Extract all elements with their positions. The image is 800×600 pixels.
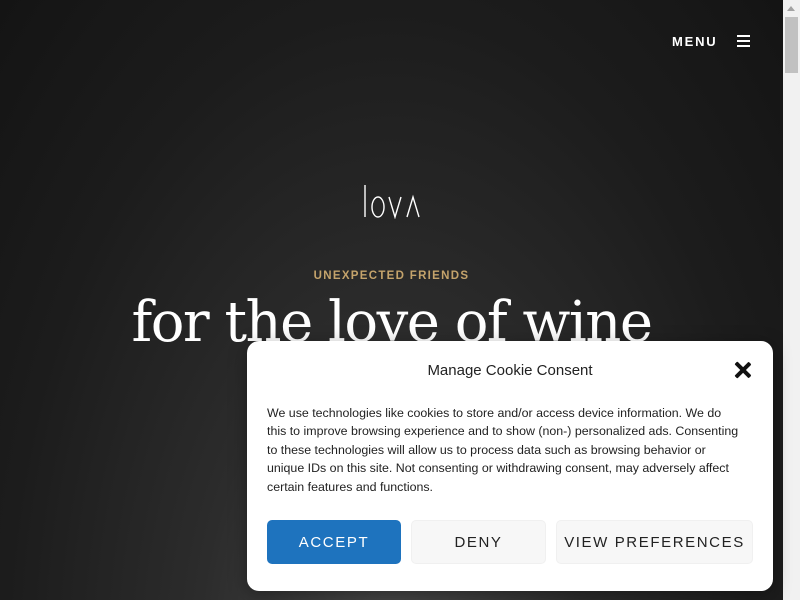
menu-label: MENU bbox=[672, 33, 718, 49]
view-preferences-button[interactable]: VIEW PREFERENCES bbox=[556, 520, 753, 564]
scrollbar-thumb[interactable] bbox=[785, 17, 798, 73]
deny-button[interactable]: DENY bbox=[411, 520, 546, 564]
vertical-scrollbar[interactable] bbox=[783, 0, 800, 600]
close-icon[interactable] bbox=[734, 361, 752, 379]
scroll-up-arrow-icon[interactable] bbox=[783, 0, 800, 17]
modal-title: Manage Cookie Consent bbox=[427, 362, 593, 379]
hamburger-icon[interactable] bbox=[737, 35, 751, 47]
menu-button[interactable]: MENU bbox=[672, 31, 751, 51]
lova-logo-mark bbox=[364, 185, 420, 220]
modal-body-text: We use technologies like cookies to stor… bbox=[267, 406, 739, 494]
lova-logo[interactable] bbox=[362, 183, 422, 220]
accept-button[interactable]: ACCEPT bbox=[267, 520, 401, 564]
cookie-consent-modal: Manage Cookie Consent We use technologie… bbox=[247, 341, 773, 591]
hero-eyebrow: UNEXPECTED FRIENDS bbox=[313, 270, 470, 282]
